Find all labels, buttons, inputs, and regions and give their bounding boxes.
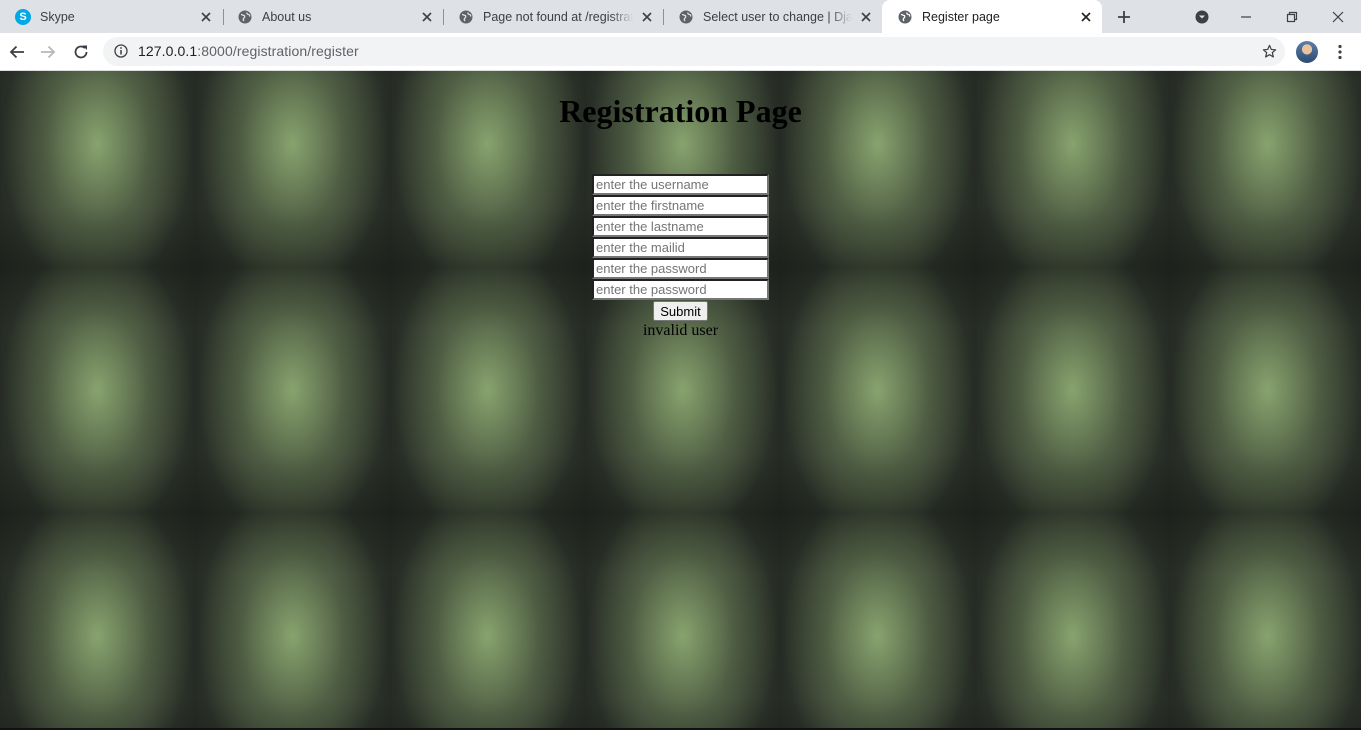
tab-page-not-found[interactable]: Page not found at /registration [443, 0, 663, 33]
tab-skype[interactable]: S Skype [0, 0, 222, 33]
close-window-button[interactable] [1325, 4, 1351, 30]
close-icon[interactable] [419, 9, 435, 25]
profile-avatar[interactable] [1296, 41, 1318, 63]
tab-search-button[interactable] [1189, 4, 1215, 30]
registration-content: Registration Page Submit invalid user [0, 71, 1361, 341]
firstname-input[interactable] [592, 195, 769, 216]
address-bar[interactable]: 127.0.0.1:8000/registration/register [103, 37, 1285, 66]
forward-button[interactable] [34, 38, 62, 66]
close-icon[interactable] [1078, 9, 1094, 25]
globe-icon [678, 9, 694, 25]
page-viewport: Registration Page Submit invalid user [0, 71, 1361, 730]
tab-title: Register page [922, 9, 1000, 24]
tab-strip: S Skype About us Page not found at /regi… [0, 0, 1361, 33]
back-button[interactable] [3, 38, 31, 66]
globe-icon [237, 9, 253, 25]
bookmark-star-icon[interactable] [1261, 43, 1277, 59]
tab-about-us[interactable]: About us [222, 0, 443, 33]
registration-form: Submit invalid user [0, 174, 1361, 341]
minimize-button[interactable] [1233, 4, 1259, 30]
new-tab-button[interactable] [1111, 4, 1137, 30]
restore-button[interactable] [1279, 4, 1305, 30]
tab-title: About us [262, 9, 312, 24]
confirm-password-input[interactable] [592, 279, 769, 300]
tab-title: Skype [40, 9, 75, 24]
info-icon[interactable] [113, 43, 129, 59]
error-message: invalid user [642, 322, 719, 339]
url-host: 127.0.0.1 [138, 43, 198, 59]
email-input[interactable] [592, 237, 769, 258]
username-input[interactable] [592, 174, 769, 195]
lastname-input[interactable] [592, 216, 769, 237]
skype-icon: S [15, 8, 31, 25]
page-title: Registration Page [559, 93, 802, 129]
close-icon[interactable] [858, 9, 874, 25]
globe-icon [458, 9, 474, 25]
url-text: 127.0.0.1:8000/registration/register [138, 43, 359, 59]
password-input[interactable] [592, 258, 769, 279]
close-icon[interactable] [639, 9, 655, 25]
browser-toolbar: 127.0.0.1:8000/registration/register [0, 33, 1361, 71]
close-icon[interactable] [198, 9, 214, 25]
menu-dots-icon[interactable] [1327, 38, 1353, 66]
url-path: :8000/registration/register [197, 43, 359, 59]
tab-django-admin[interactable]: Select user to change | Django [663, 0, 882, 33]
reload-button[interactable] [67, 38, 95, 66]
tab-register-page[interactable]: Register page [882, 0, 1102, 33]
globe-icon [897, 9, 913, 25]
submit-button[interactable]: Submit [653, 301, 708, 321]
tab-title: Page not found at /registration [483, 9, 633, 24]
tab-title: Select user to change | Django [703, 9, 852, 24]
